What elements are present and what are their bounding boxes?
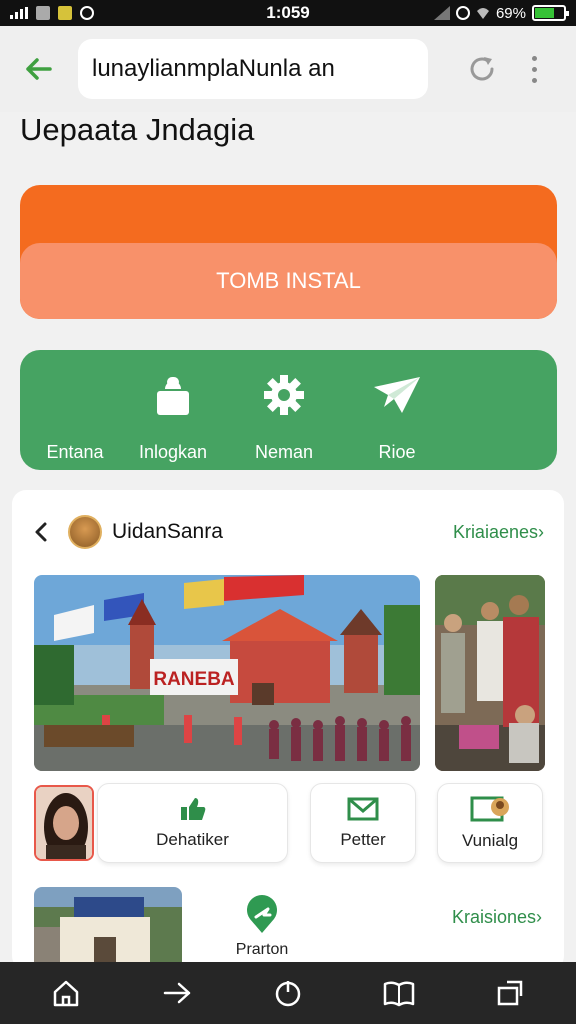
see-more-label-2: Kraisiones <box>451 907 536 927</box>
eye-comfort-icon <box>455 6 470 20</box>
back-button[interactable] <box>16 47 60 91</box>
address-bar[interactable]: lunaylianmplaNunla an <box>78 39 428 99</box>
card-header: UidanSanra Kriaiaenes› <box>34 512 544 552</box>
quick-nav-label: Neman <box>254 442 314 462</box>
avatar[interactable] <box>68 515 102 549</box>
see-more-label: Kriaiaenes <box>452 521 538 542</box>
location-label: Prarton <box>235 941 289 958</box>
gear-icon <box>263 370 305 420</box>
nav-forward-button[interactable] <box>152 968 202 1018</box>
overflow-menu-button[interactable] <box>524 49 544 89</box>
reload-icon <box>470 57 494 81</box>
page-title: Uepaata Jndagia <box>20 112 255 147</box>
see-more-link[interactable]: Kriaiaenes› <box>453 522 544 543</box>
install-banner: TOMB INSTAL <box>20 185 557 319</box>
battery-icon <box>532 5 569 21</box>
chevron-left-icon <box>35 522 47 542</box>
battery-percent: 69% <box>495 4 526 22</box>
image-person-icon <box>470 796 509 822</box>
mail-icon <box>347 797 379 821</box>
mail-action-button[interactable]: Petter <box>310 783 416 863</box>
quick-nav-label: Inlogkan <box>138 442 208 462</box>
signal-icon <box>10 7 28 19</box>
quick-nav-bar: Entana Inlogkan Neman Rioe <box>20 350 557 470</box>
status-right-icons: 69% <box>433 4 569 22</box>
chevron-left-button[interactable] <box>34 517 54 547</box>
home-lock-icon <box>155 370 191 420</box>
festival-sign: RANEBA <box>153 669 235 690</box>
location-button[interactable]: Prarton <box>222 895 302 970</box>
home-icon <box>53 980 78 1007</box>
signal-strength-icon <box>433 6 450 20</box>
festival-photo[interactable]: RANEBA <box>34 575 420 771</box>
nav-tabs-button[interactable] <box>263 968 313 1018</box>
action-label: Dehatiker <box>156 830 229 849</box>
thumbs-up-icon <box>180 798 205 820</box>
location-pin-icon <box>247 895 277 933</box>
like-action-button[interactable]: Dehatiker <box>97 783 288 863</box>
quick-nav-entana[interactable]: Entana <box>20 350 130 470</box>
status-left-icons <box>10 6 94 20</box>
app-notification-icon <box>58 6 72 20</box>
ceremony-photo[interactable] <box>435 575 545 771</box>
action-label: Petter <box>340 830 386 849</box>
browser-toolbar: lunaylianmplaNunla an <box>0 26 576 112</box>
back-arrow-icon <box>26 58 52 80</box>
street-photo[interactable] <box>34 887 182 970</box>
notification-icon <box>36 6 50 20</box>
share-window-icon <box>498 980 523 1006</box>
sync-icon <box>80 6 94 20</box>
bottom-navigation <box>0 962 576 1024</box>
quick-nav-neman[interactable]: Neman <box>229 350 339 470</box>
nav-profile-button[interactable] <box>485 968 535 1018</box>
quick-nav-rioe[interactable]: Rioe <box>342 350 452 470</box>
power-icon <box>275 981 301 1007</box>
install-button[interactable]: TOMB INSTAL <box>20 243 557 319</box>
status-bar: 1:059 69% <box>0 0 576 26</box>
quick-nav-label: Rioe <box>378 442 416 462</box>
content-card: UidanSanra Kriaiaenes› RANEBA Dehatiker … <box>12 490 564 970</box>
quick-nav-inlogkan[interactable]: Inlogkan <box>118 350 228 470</box>
action-label: Vunialg <box>461 831 519 850</box>
media-action-button[interactable]: Vunialg <box>437 783 543 863</box>
forward-arrow-icon <box>163 982 191 1004</box>
nav-home-button[interactable] <box>41 968 91 1018</box>
reload-button[interactable] <box>462 49 502 89</box>
profile-name: UidanSanra <box>112 520 223 543</box>
see-more-link-2[interactable]: Kraisiones› <box>452 907 542 928</box>
book-icon <box>383 981 415 1007</box>
send-star-icon <box>372 370 422 420</box>
portrait-thumbnail[interactable] <box>34 785 94 861</box>
quick-nav-label: Entana <box>46 442 104 462</box>
wifi-icon <box>476 8 489 19</box>
nav-bookmarks-button[interactable] <box>374 968 424 1018</box>
